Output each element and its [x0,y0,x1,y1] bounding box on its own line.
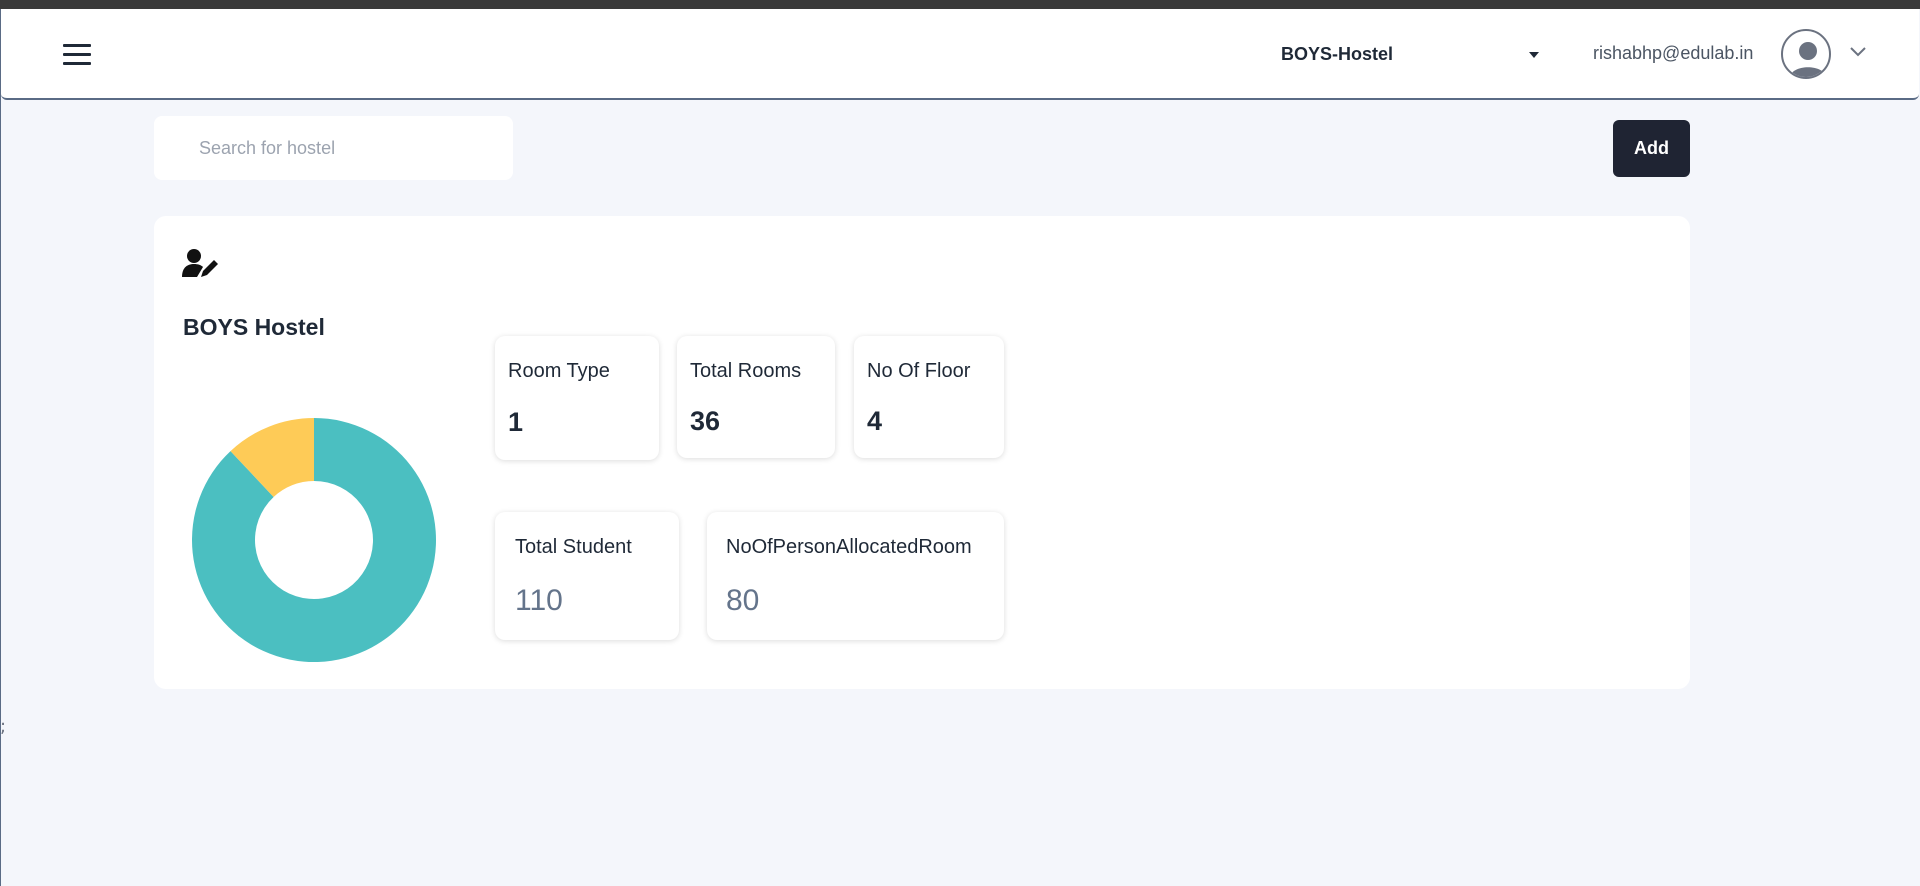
hostel-select-value: BOYS-Hostel [1281,44,1394,64]
stat-label: NoOfPersonAllocatedRoom [726,536,972,558]
top-strip [0,0,1920,9]
stat-value: 1 [508,407,524,437]
hamburger-menu-icon[interactable] [63,44,91,66]
search-input[interactable] [154,116,513,180]
stat-value: 4 [867,406,883,436]
top-navbar: BOYS-Hostel rishabhp@edulab.in [1,9,1919,100]
stat-card-no-of-floor: No Of Floor 4 [854,336,1004,458]
edge-glyph: ; [0,716,7,737]
stat-card-room-type: Room Type 1 [495,336,659,460]
hostel-card: BOYS Hostel Room Type 1 Total Rooms 36 N… [154,216,1690,689]
stat-value: 110 [515,584,563,617]
hostel-select[interactable]: BOYS-Hostel [1281,42,1541,68]
stat-label: No Of Floor [867,360,971,382]
hostel-card-title: BOYS Hostel [183,314,325,340]
chevron-down-icon[interactable] [1849,45,1867,63]
left-border [0,9,1,886]
stat-card-allocated-room: NoOfPersonAllocatedRoom 80 [707,512,1004,640]
add-button[interactable]: Add [1613,120,1690,177]
stat-card-total-student: Total Student 110 [495,512,679,640]
stat-label: Room Type [508,360,610,382]
stat-value: 80 [726,584,760,617]
stat-label: Total Rooms [690,360,802,382]
stat-card-total-rooms: Total Rooms 36 [677,336,835,458]
stat-label: Total Student [515,536,632,558]
user-avatar-icon[interactable] [1781,29,1831,79]
occupancy-donut-chart [192,418,436,662]
caret-down-icon [1529,52,1539,58]
user-email[interactable]: rishabhp@edulab.in [1593,43,1753,64]
user-edit-icon[interactable] [182,248,220,278]
stat-value: 36 [690,406,721,436]
